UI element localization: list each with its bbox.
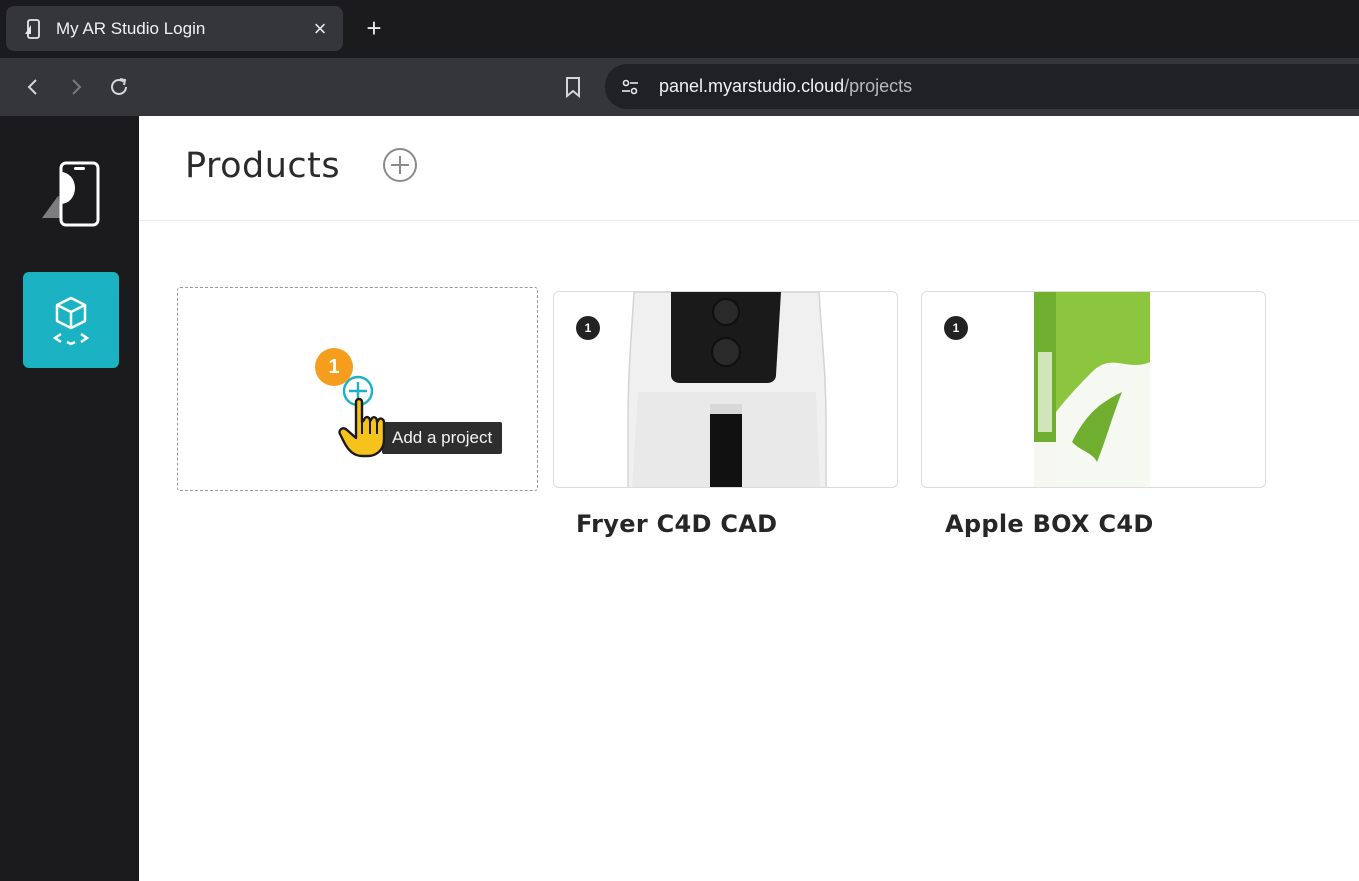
product-card-apple-box[interactable]: 1 [921, 291, 1266, 488]
main-content: Products 1 Add a project 1 Fryer C4D CAD… [139, 116, 1359, 881]
forward-arrow-icon [72, 79, 82, 95]
tab-title: My AR Studio Login [56, 18, 206, 38]
browser-tab[interactable]: My AR Studio Login × [6, 6, 343, 51]
site-info-icon[interactable] [617, 74, 643, 100]
product-name-fryer[interactable]: Fryer C4D CAD [576, 510, 777, 538]
page-title: Products [185, 146, 341, 186]
reload-button[interactable] [104, 72, 134, 102]
bookmark-icon [566, 77, 580, 98]
tab-close-button[interactable]: × [309, 16, 331, 41]
reload-icon [111, 78, 127, 95]
product-name-apple-box[interactable]: Apple BOX C4D [945, 510, 1154, 538]
pointer-hand-icon [338, 397, 386, 458]
address-bar[interactable]: panel.myarstudio.cloud/projects [605, 64, 1359, 109]
browser-tab-strip: My AR Studio Login × + [0, 0, 1359, 58]
url-host: panel.myarstudio.cloud [659, 76, 845, 96]
cube-ar-icon [52, 296, 90, 346]
app-sidebar [0, 116, 139, 881]
step-number-badge: 1 [315, 348, 353, 386]
plus-circle-icon[interactable] [382, 147, 418, 183]
back-button[interactable] [18, 72, 48, 102]
product-count-badge: 1 [944, 316, 968, 340]
bookmark-button[interactable] [558, 72, 588, 102]
page-header: Products [139, 116, 1359, 221]
product-count-badge: 1 [576, 316, 600, 340]
juice-box-thumbnail [1034, 292, 1150, 487]
back-arrow-icon [27, 79, 37, 95]
site-favicon-icon [22, 18, 44, 40]
new-tab-button[interactable]: + [359, 13, 389, 43]
sidebar-item-projects[interactable] [23, 272, 119, 368]
url-text: panel.myarstudio.cloud/projects [659, 76, 912, 97]
url-path: /projects [844, 76, 913, 96]
add-project-card[interactable]: 1 Add a project [177, 287, 538, 491]
app-logo[interactable] [36, 158, 106, 230]
product-card-fryer[interactable]: 1 [553, 291, 898, 488]
forward-button[interactable] [61, 72, 91, 102]
add-project-tooltip: Add a project [382, 422, 503, 454]
fryer-thumbnail [627, 292, 827, 487]
